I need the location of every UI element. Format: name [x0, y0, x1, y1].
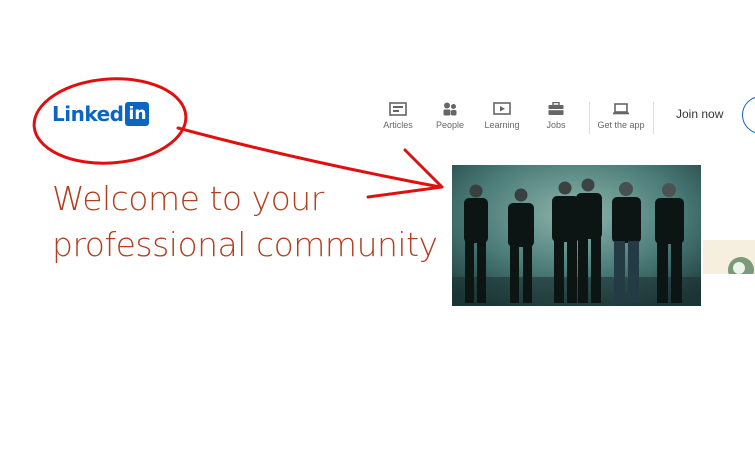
nav-articles-label: Articles	[383, 120, 413, 130]
side-illustration	[703, 240, 755, 274]
logo-wordmark: Linked	[52, 102, 124, 126]
headline-line-1: Welcome to your	[52, 179, 324, 218]
nav-learning[interactable]: Learning	[474, 102, 530, 130]
logo-in-box: in	[125, 102, 150, 126]
nav-people-label: People	[435, 120, 465, 130]
headline-line-2: professional community	[52, 225, 438, 264]
nav-jobs[interactable]: Jobs	[528, 102, 584, 130]
nav-articles[interactable]: Articles	[370, 102, 426, 130]
linkedin-logo[interactable]: Linked in	[52, 102, 150, 126]
nav-jobs-label: Jobs	[546, 120, 566, 130]
nav-learning-label: Learning	[484, 120, 520, 130]
laptop-icon	[613, 103, 629, 115]
nav-divider	[589, 102, 590, 134]
jobs-icon	[548, 102, 564, 115]
nav-get-the-app-label: Get the app	[597, 120, 645, 130]
nav-get-the-app[interactable]: Get the app	[593, 102, 649, 130]
articles-icon	[389, 102, 407, 116]
nav-divider	[653, 102, 654, 134]
sign-in-button-edge[interactable]	[742, 96, 755, 134]
join-now-button[interactable]: Join now	[676, 107, 723, 121]
people-icon	[443, 102, 457, 116]
hero-headline: Welcome to your professional community	[52, 176, 438, 268]
hero-image	[452, 165, 701, 306]
learning-icon	[493, 102, 511, 115]
nav-people[interactable]: People	[422, 102, 478, 130]
